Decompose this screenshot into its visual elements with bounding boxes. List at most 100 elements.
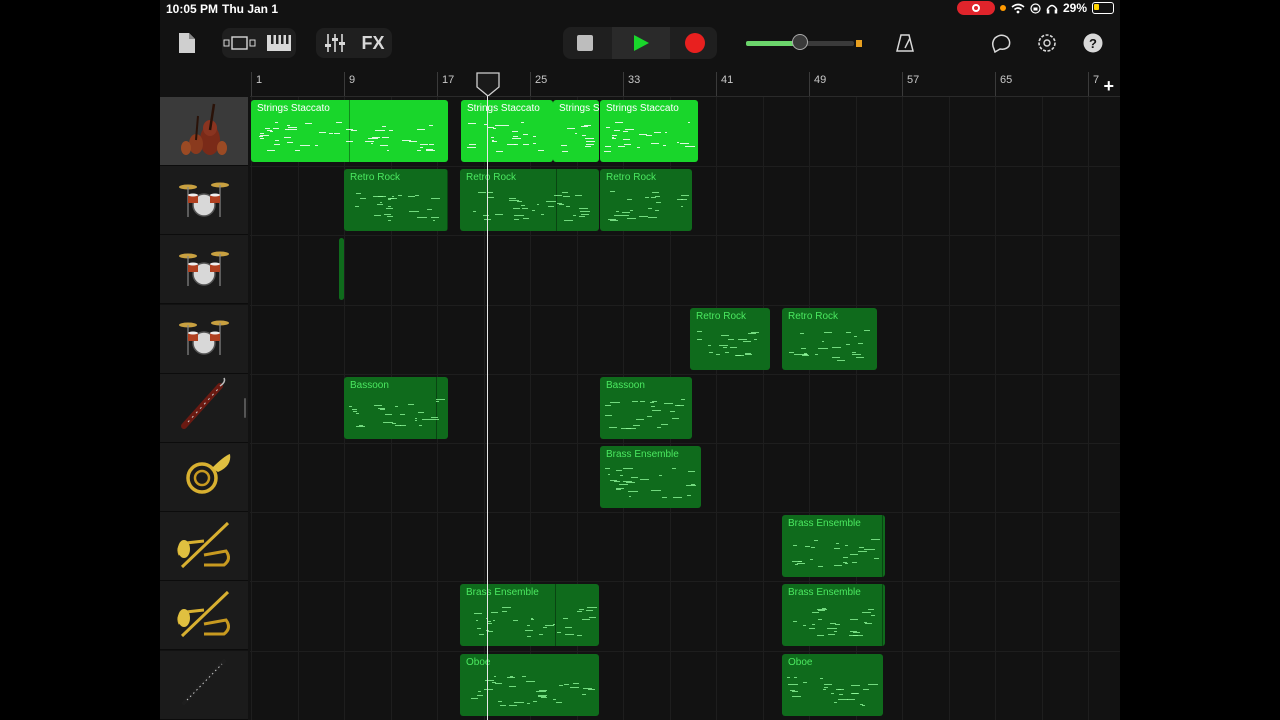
region-label: Strings Staccato [559, 103, 599, 114]
region-brass-ensemble[interactable]: Brass Ensemble [782, 515, 885, 578]
region-strings-staccato[interactable]: Strings Staccato [461, 100, 553, 162]
ruler-tick [716, 72, 717, 96]
track-divider [250, 581, 1120, 583]
tracks-area[interactable]: Strings Staccato Strings Staccato Strings … [250, 97, 1120, 720]
track-header-french-horn[interactable] [160, 443, 248, 512]
region-retro-rock[interactable]: Retro Rock [600, 169, 692, 232]
region-brass-ensemble[interactable]: Brass Ensemble [460, 584, 599, 647]
ruler-tick [902, 72, 903, 96]
status-bar: 10:05 PM Thu Jan 1 29% [160, 0, 1120, 18]
region-brass-ensemble[interactable]: Brass Ensemble [600, 446, 701, 508]
play-icon [634, 35, 649, 51]
region-retro-rock[interactable]: Retro Rock [690, 307, 770, 370]
metronome-icon[interactable] [890, 28, 920, 58]
midi-notes [604, 398, 688, 433]
settings-gear-icon[interactable] [1032, 28, 1062, 58]
midi-notes [464, 191, 595, 225]
grid-line [762, 97, 764, 720]
volume-knob[interactable] [792, 34, 808, 50]
region-oboe[interactable]: Oboe [782, 653, 883, 716]
headphones-icon [1046, 4, 1058, 13]
status-date: Thu Jan 1 [222, 2, 279, 16]
region-label: Strings Staccato [606, 103, 679, 114]
region-strings-staccato[interactable]: Strings Staccato [553, 100, 599, 162]
track-header-strings[interactable] [160, 97, 248, 166]
region-strings-staccato[interactable]: Strings Staccato [251, 100, 448, 162]
stop-button[interactable] [570, 28, 600, 58]
mic-indicator-icon [999, 5, 1006, 11]
document-icon[interactable] [174, 28, 200, 58]
grid-line [1088, 97, 1089, 720]
region-label: Retro Rock [350, 172, 401, 184]
track-header-brass-2[interactable] [160, 581, 248, 651]
grid-line [902, 97, 903, 720]
ruler-bar-label: 9 [349, 74, 356, 86]
region-label: Bassoon [606, 379, 645, 391]
grid-line [948, 97, 950, 720]
playhead-handle[interactable] [476, 72, 500, 97]
tracks-view-icon[interactable] [222, 28, 258, 58]
drum-kit-icon [174, 238, 234, 301]
region-brass-ensemble[interactable]: Brass Ensemble [782, 584, 885, 647]
keyboard-icon[interactable] [262, 28, 296, 58]
ruler-bar-label: 25 [535, 74, 548, 86]
region-label: Brass Ensemble [788, 518, 861, 530]
region-clip[interactable] [339, 238, 344, 301]
garageband-screen: 10:05 PM Thu Jan 1 29% FX ? 1 9 17 25 33… [160, 0, 1120, 720]
ruler-bar-label: 57 [907, 74, 920, 86]
mixer-icon[interactable] [318, 28, 352, 58]
record-button[interactable] [680, 28, 710, 58]
loop-browser-icon[interactable] [986, 28, 1016, 58]
french-horn-icon [174, 446, 234, 509]
midi-notes [786, 330, 873, 364]
bassoon-icon [174, 376, 234, 439]
region-split [882, 515, 883, 578]
master-volume-slider[interactable] [746, 32, 870, 54]
ruler-bar-label: 1 [256, 74, 263, 86]
help-icon[interactable]: ? [1078, 28, 1108, 58]
midi-notes [255, 122, 444, 156]
region-bassoon[interactable]: Bassoon [344, 376, 448, 439]
grid-line [251, 97, 252, 720]
track-header-drums-3[interactable] [160, 304, 248, 374]
region-retro-rock[interactable]: Retro Rock [782, 307, 877, 370]
region-label: Strings Staccato [257, 103, 330, 114]
region-label: Retro Rock [696, 310, 747, 322]
track-divider [250, 304, 1120, 306]
region-label: Retro Rock [788, 310, 839, 322]
midi-notes [557, 122, 596, 156]
grid-line [995, 97, 996, 720]
playhead-line [487, 96, 488, 720]
screen-recording-icon [956, 1, 995, 15]
track-header-drums-2[interactable] [160, 235, 248, 305]
play-button[interactable] [612, 27, 670, 59]
track-header-brass-1[interactable] [160, 512, 248, 582]
header-resize-handle[interactable] [244, 398, 246, 418]
track-header-drums-1[interactable] [160, 166, 248, 236]
midi-notes [465, 122, 549, 156]
volume-meter-peak [856, 40, 862, 47]
region-split [447, 169, 448, 232]
region-strings-staccato[interactable]: Strings Staccato [600, 100, 698, 162]
timeline-ruler[interactable]: 1 9 17 25 33 41 49 57 65 7 [250, 72, 1120, 97]
region-split [882, 584, 883, 647]
region-retro-rock[interactable]: Retro Rock [460, 169, 599, 232]
track-headers [160, 97, 250, 720]
region-bassoon[interactable]: Bassoon [600, 376, 692, 439]
ruler-bar-label: 33 [628, 74, 641, 86]
orientation-lock-icon [1030, 2, 1041, 14]
brass-icon [174, 515, 234, 578]
track-header-bassoon[interactable] [160, 373, 248, 443]
oboe-icon [174, 653, 234, 716]
track-header-oboe[interactable] [160, 650, 248, 720]
midi-notes [464, 675, 595, 710]
battery-percent: 29% [1062, 1, 1087, 15]
region-oboe[interactable]: Oboe [460, 653, 599, 716]
fx-button[interactable]: FX [356, 28, 390, 58]
add-section-icon[interactable]: + [1103, 76, 1114, 97]
ruler-tick [1088, 72, 1089, 96]
region-label: Brass Ensemble [606, 449, 679, 460]
region-label: Strings Staccato [467, 103, 540, 114]
midi-notes [786, 606, 881, 640]
region-retro-rock[interactable]: Retro Rock [344, 169, 448, 232]
